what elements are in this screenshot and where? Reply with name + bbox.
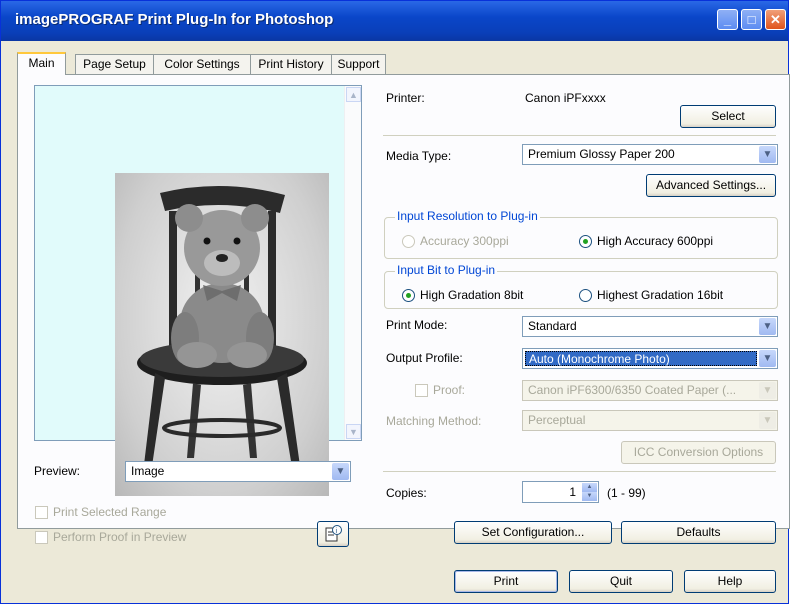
proof-label: Proof: [433,383,466,397]
high-accuracy-600-label: High Accuracy 600ppi [597,234,714,248]
tab-support[interactable]: Support [331,54,386,74]
minimize-icon: _ [723,12,732,27]
chevron-down-icon: ▼ [759,146,776,163]
high-gradation-8bit-radio[interactable] [402,289,415,302]
chevron-down-icon: ▼ [759,382,776,399]
tab-color-settings[interactable]: Color Settings [153,54,251,74]
document-info-icon: i [325,525,342,542]
defaults-button[interactable]: Defaults [621,521,776,544]
print-mode-label: Print Mode: [386,318,448,332]
tab-main[interactable]: Main [17,52,66,75]
chevron-down-icon: ▼ [759,412,776,429]
close-button[interactable]: ✕ [765,9,786,30]
highest-gradation-16bit-label: Highest Gradation 16bit [597,288,724,302]
select-printer-button[interactable]: Select [680,105,776,128]
perform-proof-label: Perform Proof in Preview [53,530,187,544]
maximize-button[interactable]: □ [741,9,762,30]
print-mode-select[interactable]: Standard ▼ [522,316,778,337]
preview-value: Image [131,464,165,478]
matching-method-select[interactable]: Perceptual ▼ [522,410,778,431]
preview-pane: ▲ ▼ [34,85,362,496]
scroll-down-icon[interactable]: ▼ [346,424,361,439]
proof-value: Canon iPF6300/6350 Coated Paper (... [528,383,737,397]
perform-proof-checkbox[interactable] [35,531,48,544]
matching-method-label: Matching Method: [386,414,482,428]
input-resolution-title: Input Resolution to Plug-in [395,209,540,223]
chevron-down-icon: ▼ [332,463,349,480]
icc-conversion-options-button[interactable]: ICC Conversion Options [621,441,776,464]
tab-print-history[interactable]: Print History [250,54,332,74]
preview-select[interactable]: Image ▼ [125,461,351,482]
quit-button[interactable]: Quit [569,570,673,593]
print-mode-value: Standard [528,319,577,333]
chevron-down-icon: ▼ [759,350,776,367]
accuracy-300-label: Accuracy 300ppi [420,234,509,248]
print-selected-range-label: Print Selected Range [53,505,167,519]
output-profile-label: Output Profile: [386,351,463,365]
decrement-icon[interactable]: ▼ [582,492,597,501]
separator [383,471,776,472]
minimize-button[interactable]: _ [717,9,738,30]
proof-checkbox[interactable] [415,384,428,397]
high-gradation-8bit-label: High Gradation 8bit [420,288,524,302]
output-profile-value: Auto (Monochrome Photo) [525,351,757,366]
print-button[interactable]: Print [454,570,558,593]
maximize-icon: □ [747,12,756,27]
printer-label: Printer: [386,91,425,105]
separator [383,135,776,136]
highest-gradation-16bit-radio[interactable] [579,289,592,302]
increment-icon[interactable]: ▲ [582,483,597,492]
preview-label: Preview: [34,464,81,478]
chevron-down-icon: ▼ [759,318,776,335]
help-button[interactable]: Help [684,570,776,593]
matching-method-value: Perceptual [528,413,586,427]
proof-info-button[interactable]: i [317,521,349,547]
close-icon: ✕ [770,12,781,27]
input-bit-title: Input Bit to Plug-in [395,263,498,277]
scroll-up-icon[interactable]: ▲ [346,87,361,102]
accuracy-300-radio[interactable] [402,235,415,248]
copies-value: 1 [569,485,576,499]
proof-select[interactable]: Canon iPF6300/6350 Coated Paper (... ▼ [522,380,778,401]
teddy-bear-chair-image [137,185,307,473]
preview-scrollbar[interactable]: ▲ ▼ [344,86,361,440]
plugin-window: imagePROGRAF Print Plug-In for Photoshop… [0,0,790,604]
title-bar[interactable]: imagePROGRAF Print Plug-In for Photoshop… [1,1,788,41]
set-configuration-button[interactable]: Set Configuration... [454,521,612,544]
media-type-value: Premium Glossy Paper 200 [528,147,675,161]
tab-page-setup[interactable]: Page Setup [75,54,154,74]
high-accuracy-600-radio[interactable] [579,235,592,248]
media-type-select[interactable]: Premium Glossy Paper 200 ▼ [522,144,778,165]
output-profile-select[interactable]: Auto (Monochrome Photo) ▼ [522,348,778,369]
copies-range: (1 - 99) [607,486,646,500]
preview-image [115,173,329,496]
printer-name: Canon iPFxxxx [525,91,606,105]
copies-label: Copies: [386,486,427,500]
advanced-settings-button[interactable]: Advanced Settings... [646,174,776,197]
window-title: imagePROGRAF Print Plug-In for Photoshop [15,11,334,28]
copies-stepper[interactable]: 1 ▲ ▼ [522,481,599,503]
media-type-label: Media Type: [386,149,452,163]
print-selected-range-checkbox[interactable] [35,506,48,519]
